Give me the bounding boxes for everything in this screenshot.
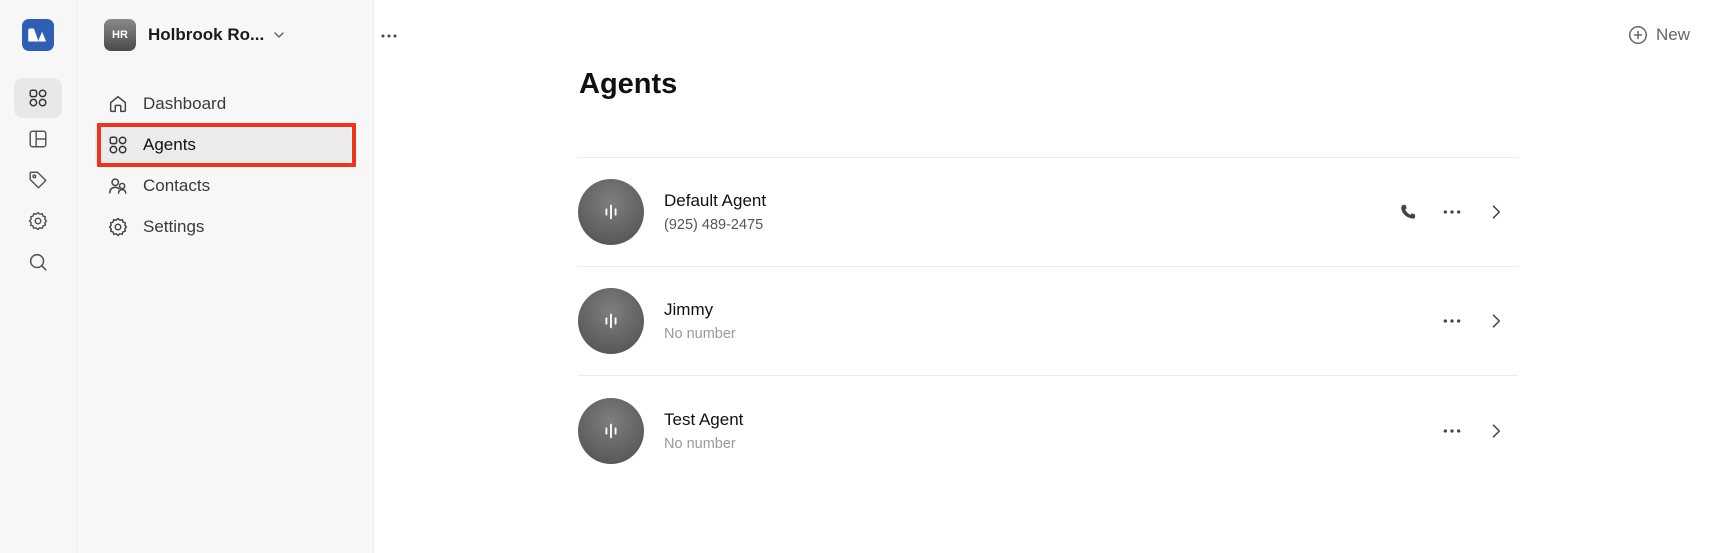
rail-settings-button[interactable] [14,201,62,241]
workspace-switcher[interactable]: HR Holbrook Ro... [104,18,353,52]
grid-icon [29,89,47,107]
agent-more-button[interactable] [1430,306,1474,336]
agents-list: Default Agent (925) 489-2475 Jimmy No nu… [578,157,1518,485]
search-icon [29,253,47,271]
chevron-down-icon [274,32,284,38]
rail-agents-button[interactable] [14,78,62,118]
agent-number: (925) 489-2475 [664,217,764,233]
agent-open-button[interactable] [1474,197,1518,227]
tag-icon [29,171,47,189]
sidebar-item-label: Agents [143,135,196,154]
agent-name: Default Agent [664,191,767,210]
chevron-right-icon [1492,423,1501,438]
more-horizontal-icon [1443,428,1461,433]
sidebar-item-dashboard[interactable]: Dashboard [95,85,351,123]
agent-more-button[interactable] [1430,416,1474,446]
users-icon [109,178,127,194]
phone-icon [1401,204,1416,219]
sidebar-item-label: Contacts [143,176,211,195]
chevron-right-icon [1492,314,1501,328]
agent-open-button[interactable] [1474,306,1518,336]
agent-avatar [578,397,644,464]
call-button[interactable] [1386,197,1430,227]
audio-wave-icon [605,204,617,220]
more-horizontal-icon [1443,319,1461,323]
sidebar: HR Holbrook Ro... Dashboard Agents Conta… [77,0,397,553]
workspace-avatar: HR [104,19,136,51]
icon-rail [0,0,77,553]
audio-wave-icon [605,423,617,438]
agent-avatar [578,179,644,245]
sidebar-item-agents[interactable]: Agents [95,126,351,164]
agent-name: Test Agent [664,409,744,429]
agent-open-button[interactable] [1474,416,1518,446]
chevron-right-icon [1492,205,1501,219]
rail-tags-button[interactable] [14,160,62,200]
sidebar-nav: Dashboard Agents Contacts Settings [95,85,353,246]
sidebar-item-contacts[interactable]: Contacts [95,167,351,205]
logo-icon [28,28,47,42]
gear-icon [108,217,128,237]
new-button-label: New [1656,25,1691,44]
sidebar-item-label: Dashboard [143,94,227,113]
sidebar-item-label: Settings [143,217,205,236]
grid-icon [109,136,127,154]
gear-icon [28,211,48,231]
agent-row[interactable]: Default Agent (925) 489-2475 [578,158,1518,267]
agent-avatar [578,288,644,354]
audio-wave-icon [605,313,617,329]
agent-row[interactable]: Test Agent No number [578,376,1518,485]
rail-search-button[interactable] [14,242,62,282]
layout-icon [29,130,47,148]
home-icon [109,95,127,113]
sidebar-item-settings[interactable]: Settings [95,208,351,246]
plus-circle-icon [1629,26,1647,44]
agent-number: No number [664,435,736,452]
workspace-name: Holbrook Ro... [148,25,265,44]
agent-more-button[interactable] [1430,197,1474,227]
app-logo[interactable] [22,19,54,51]
rail-layout-button[interactable] [14,119,62,159]
agent-number: No number [664,326,736,342]
new-agent-button[interactable]: New [1627,24,1690,46]
agent-row[interactable]: Jimmy No number [578,267,1518,376]
page-title: Agents [579,68,678,100]
more-horizontal-icon [1443,210,1461,214]
agent-name: Jimmy [664,300,714,319]
